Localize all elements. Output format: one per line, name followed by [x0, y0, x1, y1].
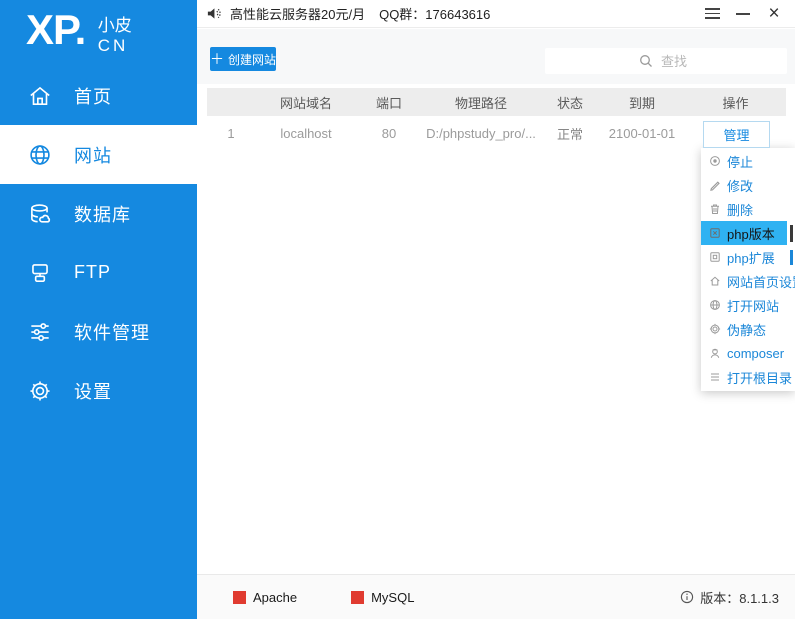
- service-apache[interactable]: Apache: [233, 590, 297, 605]
- menu-item-rewrite[interactable]: 伪静态: [701, 317, 795, 341]
- logo-xiaopi-text: 小皮: [97, 16, 132, 35]
- menu-item-label: php版本: [727, 226, 775, 242]
- col-expires: 到期: [628, 95, 655, 111]
- phpstudy-window: XP. 小皮 CN 首页 网站 数据库 FTP 软件管理 设置 高性能云服务器2…: [0, 0, 795, 619]
- table-row[interactable]: 1 localhost 80 D:/phpstudy_pro/... 正常 21…: [207, 116, 786, 150]
- composer-icon: [708, 347, 721, 360]
- col-actions: 操作: [722, 95, 749, 111]
- manage-button[interactable]: 管理: [703, 121, 770, 148]
- col-port: 端口: [375, 95, 402, 111]
- mysql-status-indicator: [351, 590, 365, 604]
- menu-item-php-extension[interactable]: php扩展: [701, 245, 795, 269]
- qq-group-text: QQ群：176643616: [379, 7, 491, 22]
- sidebar-item-label: 数据库: [74, 204, 131, 225]
- col-domain: 网站域名: [279, 95, 332, 111]
- sidebar-item-software[interactable]: 软件管理: [0, 302, 197, 361]
- gear-icon: [26, 377, 54, 405]
- plus-icon: ＋: [210, 51, 224, 67]
- table-header: 网站域名 端口 物理路径 状态 到期 操作: [207, 88, 786, 116]
- announcement-speaker-icon: [206, 6, 221, 21]
- search-icon: [640, 55, 652, 67]
- menu-item-open-root[interactable]: 打开根目录: [701, 365, 795, 389]
- col-status: 状态: [556, 95, 583, 111]
- apache-status-indicator: [233, 590, 246, 604]
- logo-cn-text: CN: [97, 36, 129, 55]
- row-domain: localhost: [280, 125, 332, 141]
- ftp-icon: [26, 259, 54, 287]
- edit-icon: [708, 179, 721, 192]
- app-logo: XP. 小皮 CN: [0, 0, 197, 62]
- menu-item-label: 删除: [727, 202, 754, 218]
- titlebar: 高性能云服务器20元/月 QQ群：176643616 ×: [197, 0, 795, 28]
- trash-icon: [708, 203, 721, 216]
- root-folder-icon: [708, 371, 721, 384]
- menu-item-label: php扩展: [727, 250, 775, 266]
- minimize-icon[interactable]: [734, 5, 752, 23]
- row-status: 正常: [556, 126, 583, 142]
- search-input[interactable]: [545, 48, 787, 74]
- globe-icon: [26, 141, 54, 169]
- toolbar: ＋ 创建网站: [197, 29, 795, 84]
- open-site-icon: [708, 299, 721, 312]
- homepage-icon: [708, 275, 721, 288]
- menu-item-label: 伪静态: [727, 322, 767, 338]
- service-statusbar: Apache MySQL 版本：8.1.1.3: [197, 574, 795, 619]
- logo-xp-text: XP.: [26, 6, 86, 53]
- sidebar-menu: 首页 网站 数据库 FTP 软件管理 设置: [0, 66, 197, 420]
- window-controls: ×: [703, 4, 795, 23]
- php-extension-icon: [708, 251, 721, 264]
- menu-item-php-version[interactable]: php版本: [701, 221, 795, 245]
- sidebar-item-database[interactable]: 数据库: [0, 184, 197, 243]
- sidebar-item-settings[interactable]: 设置: [0, 361, 197, 420]
- database-icon: [26, 200, 54, 228]
- menu-item-label: 打开根目录: [727, 370, 793, 386]
- menu-item-delete[interactable]: 删除: [701, 197, 795, 221]
- create-website-button[interactable]: ＋ 创建网站: [210, 47, 276, 71]
- menu-item-homepage-settings[interactable]: 网站首页设置: [701, 269, 795, 293]
- row-port: 80: [381, 125, 397, 141]
- sidebar-item-label: 软件管理: [74, 322, 150, 343]
- manage-context-menu: 停止 修改 删除 php版本 php扩展 网站首页设 打开网站 伪静态 comp…: [701, 148, 795, 391]
- row-index: 1: [227, 125, 235, 141]
- menu-item-edit[interactable]: 修改: [701, 173, 795, 197]
- menu-item-label: 打开网站: [727, 298, 780, 314]
- search-box: [545, 48, 787, 74]
- menu-item-stop[interactable]: 停止: [701, 149, 795, 173]
- sidebar-item-label: 首页: [74, 86, 112, 107]
- sidebar-item-label: 设置: [74, 381, 112, 402]
- version-text: 版本：8.1.1.3: [700, 590, 779, 606]
- announcement-text: 高性能云服务器20元/月: [230, 7, 366, 22]
- info-icon: [681, 590, 694, 604]
- menu-item-open-site[interactable]: 打开网站: [701, 293, 795, 317]
- submenu-fragment: [790, 250, 793, 265]
- sidebar-item-websites[interactable]: 网站: [0, 125, 197, 184]
- menu-item-label: 网站首页设置: [727, 274, 795, 290]
- menu-item-label: 修改: [727, 178, 754, 194]
- col-path: 物理路径: [454, 95, 507, 111]
- menu-hamburger-icon[interactable]: [703, 5, 721, 23]
- version-area: 版本：8.1.1.3: [680, 588, 795, 607]
- php-version-icon: [708, 227, 721, 240]
- stop-icon: [708, 155, 721, 168]
- row-path: D:/phpstudy_pro/...: [426, 125, 536, 141]
- close-icon[interactable]: ×: [765, 4, 783, 23]
- logo-sub-text: 小皮 CN: [98, 16, 132, 56]
- row-expires: 2100-01-01: [608, 125, 676, 141]
- submenu-fragment: [790, 225, 793, 242]
- home-icon: [26, 82, 54, 110]
- service-name: Apache: [253, 589, 298, 605]
- sidebar-item-label: 网站: [74, 145, 112, 166]
- service-mysql[interactable]: MySQL: [351, 590, 414, 605]
- menu-item-composer[interactable]: composer: [701, 341, 795, 365]
- service-name: MySQL: [371, 589, 415, 605]
- sidebar-item-label: FTP: [74, 262, 111, 282]
- sidebar: XP. 小皮 CN 首页 网站 数据库 FTP 软件管理 设置: [0, 0, 197, 619]
- rewrite-icon: [708, 323, 721, 336]
- sidebar-item-ftp[interactable]: FTP: [0, 243, 197, 302]
- menu-item-label: 停止: [727, 154, 754, 170]
- create-website-label: 创建网站: [228, 52, 277, 67]
- sidebar-item-home[interactable]: 首页: [0, 66, 197, 125]
- menu-item-label: composer: [727, 345, 785, 361]
- sliders-icon: [26, 318, 54, 346]
